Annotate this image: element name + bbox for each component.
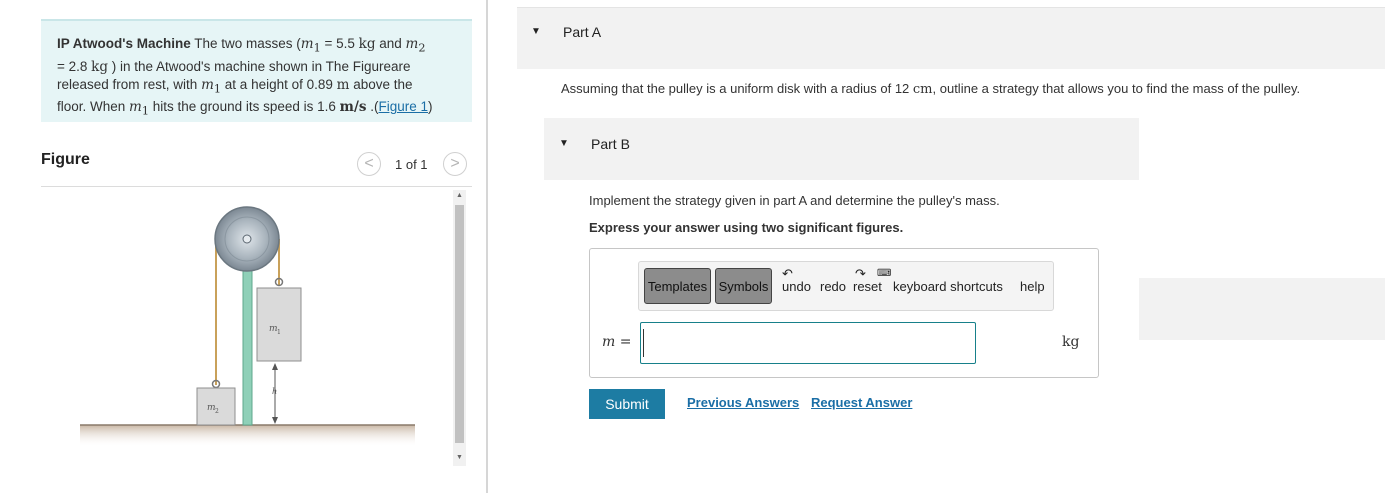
templates-button[interactable]: Templates (644, 268, 711, 304)
unit-m: m (336, 76, 350, 93)
keyboard-shortcuts-button[interactable]: keyboard shortcuts (893, 279, 1003, 294)
help-button[interactable]: help (1020, 279, 1045, 294)
figure-scrollbar-thumb[interactable] (455, 205, 464, 443)
problem-title: IP Atwood's Machine (57, 36, 191, 51)
problem-text-part: .( (366, 99, 379, 115)
part-a-text: Assuming that the pulley is a uniform di… (561, 81, 913, 96)
part-b-title[interactable]: Part B (591, 136, 630, 152)
caret-down-icon[interactable]: ▼ (559, 138, 569, 149)
answer-variable-label: m = (602, 334, 632, 350)
height-arrow-head-top (272, 363, 278, 370)
symbol-m1-sub: 1 (313, 41, 321, 55)
submit-button[interactable]: Submit (589, 389, 665, 419)
scroll-up-icon[interactable]: ▲ (456, 192, 463, 199)
problem-text-part: = 2.8 (57, 58, 92, 74)
problem-text-part: at a height of 0.89 (221, 76, 337, 92)
mass-m1-block (256, 287, 302, 362)
reset-button[interactable]: reset (853, 279, 882, 294)
previous-answers-link[interactable]: Previous Answers (687, 395, 799, 410)
height-label: h (272, 387, 277, 396)
symbol-m1: m (300, 36, 314, 52)
next-figure-button[interactable]: > (443, 152, 467, 176)
unit-ms: m/s (339, 99, 367, 116)
previous-figure-button[interactable]: < (357, 152, 381, 176)
chevron-left-icon: < (364, 155, 374, 172)
height-arrow-head-bottom (272, 417, 278, 424)
symbol-m1-sub: 1 (141, 105, 150, 119)
figure-heading: Figure (41, 151, 90, 168)
problem-text-part: and (375, 36, 406, 51)
answer-unit-label: kg (1062, 334, 1080, 350)
figure-divider (41, 186, 472, 187)
problem-statement: IP Atwood's Machine The two masses (m1 =… (57, 35, 467, 121)
symbol-m1: m (129, 99, 142, 116)
problem-text-part: floor. When (57, 99, 130, 115)
part-a-text: , outline a strategy that allows you to … (932, 81, 1301, 96)
keyboard-icon[interactable]: ⌨ (877, 268, 891, 279)
part-a-question: Assuming that the pulley is a uniform di… (561, 81, 1300, 97)
figure-link[interactable]: Figure 1 (378, 99, 428, 114)
mass-m2-sub: 2 (215, 408, 219, 415)
pulley-axle (242, 234, 252, 244)
problem-text-part: = 5.5 (320, 36, 359, 51)
figure-counter: 1 of 1 (395, 157, 428, 172)
redo-button[interactable]: redo (820, 279, 846, 294)
text-cursor (643, 329, 644, 357)
symbol-m1: m (201, 76, 214, 93)
symbols-button[interactable]: Symbols (715, 268, 772, 304)
caret-down-icon[interactable]: ▼ (531, 26, 541, 37)
part-a-title[interactable]: Part A (563, 24, 601, 40)
symbol-m1-sub: 1 (213, 82, 222, 96)
undo-button[interactable]: undo (782, 279, 811, 294)
part-b-question: Implement the strategy given in part A a… (589, 193, 1000, 208)
request-answer-link[interactable]: Request Answer (811, 395, 912, 410)
answer-input[interactable] (640, 322, 976, 364)
problem-text-part: above the (349, 76, 413, 92)
floor-shadow (80, 425, 415, 447)
mass-m1-sub: 1 (277, 329, 281, 336)
part-a-header[interactable] (517, 7, 1385, 69)
problem-text-part: released from rest, with (57, 76, 202, 92)
symbol-m2-sub: 2 (418, 41, 426, 55)
chevron-right-icon: > (450, 155, 460, 172)
mass-m2-block (196, 387, 236, 426)
part-b-instruction: Express your answer using two significan… (589, 220, 904, 235)
unit-kg: kg (358, 36, 376, 52)
scroll-down-icon[interactable]: ▼ (456, 454, 463, 461)
problem-text-part: ) in the Atwood's machine shown in The F… (107, 58, 411, 74)
panel-divider (486, 0, 488, 493)
symbol-m2: m (405, 36, 419, 52)
atwood-machine-figure: m 1 m 2 h (80, 206, 415, 447)
side-panel-bar (1139, 278, 1385, 340)
problem-text-part: hits the ground its speed is 1.6 (149, 99, 340, 115)
problem-text-part: ) (428, 99, 433, 115)
unit-kg: kg (91, 58, 108, 75)
unit-cm: cm (912, 82, 933, 97)
part-b-header[interactable] (544, 118, 1139, 180)
problem-text-part: The two masses ( (194, 36, 301, 51)
